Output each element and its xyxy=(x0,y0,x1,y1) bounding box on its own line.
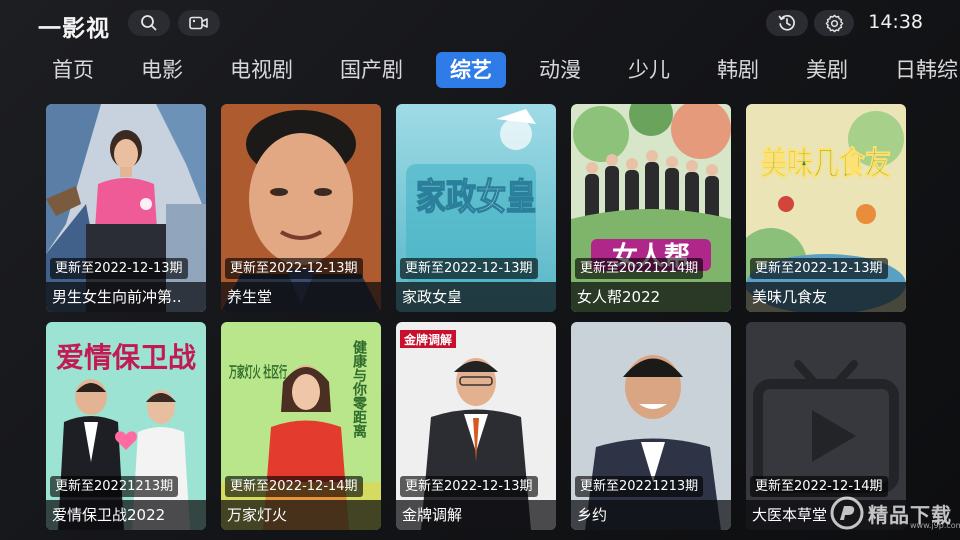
tab-jp-kr-variety[interactable]: 日韩综 xyxy=(881,52,960,88)
show-card[interactable]: 爱情保卫战 更新至20221213期 爱情保卫战2022 xyxy=(46,322,206,530)
tab-korean-drama[interactable]: 韩剧 xyxy=(703,52,773,88)
show-title: 家政女皇 xyxy=(402,288,463,306)
history-icon xyxy=(778,14,795,31)
video-record-icon xyxy=(189,16,208,30)
search-button[interactable] xyxy=(128,10,170,36)
watermark-url: www.j9p.com xyxy=(910,520,960,530)
poster-image: 爱情保卫战 xyxy=(46,322,206,530)
show-title: 乡约 xyxy=(577,506,608,524)
update-badge: 更新至2022-12-13期 xyxy=(400,476,538,497)
tab-us-drama[interactable]: 美剧 xyxy=(792,52,862,88)
site-watermark: 精品下载 www.j9p.com xyxy=(830,496,960,530)
update-badge: 更新至20221213期 xyxy=(575,476,704,497)
app-title: 一影视 xyxy=(38,16,110,42)
poster-image xyxy=(571,322,731,530)
show-card[interactable]: 金牌调解 更新至2022-12-13期 金牌调解 xyxy=(396,322,556,530)
show-title: 万家灯火 xyxy=(227,506,288,524)
poster-title-text: 爱情保卫战 xyxy=(56,341,196,374)
poster-title-text: 家政女皇 xyxy=(416,177,536,218)
poster-image xyxy=(221,104,381,312)
tab-domestic-series[interactable]: 国产剧 xyxy=(326,52,417,88)
poster-title-text: 万家灯火 社区行 xyxy=(228,363,287,381)
tab-home[interactable]: 首页 xyxy=(38,52,108,88)
search-icon xyxy=(141,15,157,31)
poster-image: 美味几食友 xyxy=(746,104,906,312)
show-title: 养生堂 xyxy=(227,288,273,306)
update-badge: 更新至2022-12-13期 xyxy=(400,258,538,279)
poster-image xyxy=(46,104,206,312)
gear-icon xyxy=(825,14,843,32)
tab-movies[interactable]: 电影 xyxy=(127,52,197,88)
update-badge: 更新至2022-12-13期 xyxy=(225,258,363,279)
show-card[interactable]: 美味几食友 更新至2022-12-13期 美味几食友 xyxy=(746,104,906,312)
show-card[interactable]: 女人帮 更新至20221214期 女人帮2022 xyxy=(571,104,731,312)
update-badge: 更新至20221213期 xyxy=(50,476,179,497)
show-card[interactable]: 更新至2022-12-13期 男生女生向前冲第.. xyxy=(46,104,206,312)
update-badge: 更新至2022-12-13期 xyxy=(750,258,888,279)
poster-image: 女人帮 xyxy=(571,104,731,312)
tab-kids[interactable]: 少儿 xyxy=(614,52,684,88)
show-title: 男生女生向前冲第.. xyxy=(52,288,182,306)
poster-side-text: 健康与你零距离 xyxy=(351,339,368,439)
history-button[interactable] xyxy=(766,10,808,36)
tab-variety[interactable]: 综艺 xyxy=(436,52,506,88)
show-card[interactable]: 更新至2022-12-13期 养生堂 xyxy=(221,104,381,312)
settings-button[interactable] xyxy=(814,10,854,36)
tab-anime[interactable]: 动漫 xyxy=(525,52,595,88)
show-card[interactable]: 更新至20221213期 乡约 xyxy=(571,322,731,530)
poster-image: 金牌调解 xyxy=(396,322,556,530)
show-card[interactable]: 万家灯火 社区行 健康与你零距离 更新至2022-12-14期 万家灯火 xyxy=(221,322,381,530)
show-title: 女人帮2022 xyxy=(577,288,661,306)
show-title: 爱情保卫战2022 xyxy=(52,506,166,524)
update-badge: 更新至20221214期 xyxy=(575,258,704,279)
show-title: 金牌调解 xyxy=(402,506,463,524)
clock: 14:38 xyxy=(868,11,923,33)
update-badge: 更新至2022-12-14期 xyxy=(750,476,888,497)
show-title: 大医本草堂 xyxy=(752,506,828,524)
update-badge: 更新至2022-12-13期 xyxy=(50,258,188,279)
record-button[interactable] xyxy=(178,10,220,36)
show-card[interactable]: 家政女皇 更新至2022-12-13期 家政女皇 xyxy=(396,104,556,312)
poster-title-text: 金牌调解 xyxy=(403,332,452,347)
poster-title-text: 美味几食友 xyxy=(761,144,891,182)
show-title: 美味几食友 xyxy=(752,288,828,306)
poster-image: 万家灯火 社区行 健康与你零距离 xyxy=(221,322,381,530)
poster-image: 家政女皇 xyxy=(396,104,556,312)
watermark-logo-icon xyxy=(830,496,864,530)
update-badge: 更新至2022-12-14期 xyxy=(225,476,363,497)
tab-tv-series[interactable]: 电视剧 xyxy=(216,52,307,88)
category-tabs: 首页 电影 电视剧 国产剧 综艺 动漫 少儿 韩剧 美剧 日韩综 xyxy=(38,51,960,89)
